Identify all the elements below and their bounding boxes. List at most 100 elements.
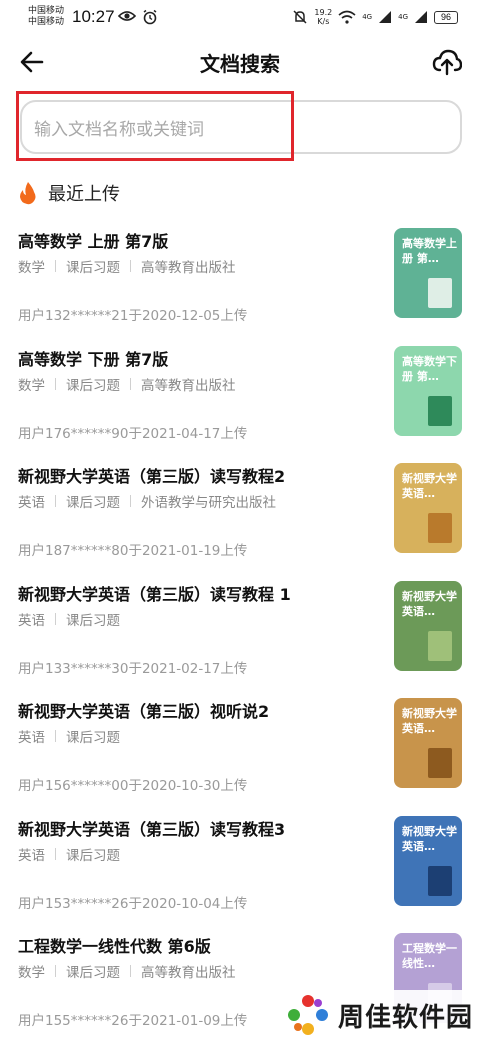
document-tags: 数学 课后习题 高等教育出版社 xyxy=(18,374,236,394)
tag-divider xyxy=(55,260,56,272)
document-tag: 英语 xyxy=(18,495,45,511)
mute-icon xyxy=(293,10,307,24)
tag-divider xyxy=(55,377,56,390)
document-tag: 课后习题 xyxy=(66,377,120,394)
tag-divider xyxy=(55,495,56,507)
cover-title: 高等数学上册 第… xyxy=(402,237,457,265)
document-upload-info: 用户132******21于2020-12-05上传 xyxy=(18,308,248,324)
document-upload-info: 用户153******26于2020-10-04上传 xyxy=(18,895,248,912)
document-item[interactable]: 高等数学 上册 第7版 数学 课后习题 高等教育出版社用户132******21于20… xyxy=(0,222,480,340)
cover-title: 新视野大学英语… xyxy=(402,472,457,500)
document-tags: 英语 课后习题 xyxy=(18,844,120,864)
carrier-1: 中国移动 xyxy=(28,6,65,16)
watermark-text: 周佳软件园 xyxy=(338,1002,474,1033)
status-bar: 中国移动 中国移动 10:27 19.2 K/s 4G 4G 96 xyxy=(0,0,480,36)
document-tag: 高等教育出版社 xyxy=(141,965,236,981)
search-highlight-box xyxy=(16,91,294,161)
document-title: 新视野大学英语（第三版）视听说2 xyxy=(18,702,270,721)
document-tag: 课后习题 xyxy=(66,965,120,981)
document-item[interactable]: 高等数学 下册 第7版 数学 课后习题 高等教育出版社用户176******90于20… xyxy=(0,340,480,458)
document-tags: 英语 课后习题 xyxy=(18,609,120,629)
document-title: 高等数学 下册 第7版 xyxy=(18,349,169,369)
document-tag: 数学 xyxy=(18,377,45,394)
cover-title: 工程数学一线性… xyxy=(402,942,457,970)
net-speed-unit: K/s xyxy=(317,17,330,26)
eye-icon xyxy=(118,11,136,21)
cover-title: 新视野大学英语… xyxy=(402,707,457,735)
cover-title: 高等数学下册 第… xyxy=(402,354,457,383)
document-cover[interactable]: 新视野大学英语… xyxy=(394,815,462,906)
cover-book-image xyxy=(428,395,452,426)
tag-divider xyxy=(130,965,131,977)
document-item[interactable]: 新视野大学英语（第三版）读写教程3 英语 课后习题用户153******26于202… xyxy=(0,810,480,928)
document-upload-info: 用户187******80于2021-01-19上传 xyxy=(18,543,248,559)
document-tag: 课后习题 xyxy=(66,495,120,511)
tag-divider xyxy=(130,377,131,390)
document-tags: 数学 课后习题 高等教育出版社 xyxy=(18,256,236,276)
net-speed: 19.2 K/s xyxy=(314,8,332,26)
document-upload-info: 用户176******90于2021-04-17上传 xyxy=(18,425,248,442)
document-tags: 英语 课后习题 xyxy=(18,726,120,746)
document-tag: 课后习题 xyxy=(66,730,120,746)
section-recent-uploads: 最近上传 xyxy=(18,180,120,206)
cloud-upload-icon xyxy=(432,49,463,76)
cover-book-image xyxy=(428,748,452,778)
cover-book-image xyxy=(428,865,452,896)
cover-title: 新视野大学英语… xyxy=(402,589,457,618)
document-tag: 高等教育出版社 xyxy=(141,260,236,276)
document-cover[interactable]: 新视野大学英语… xyxy=(394,580,462,671)
document-cover[interactable]: 高等数学上册 第… xyxy=(394,228,462,318)
document-tag: 数学 xyxy=(18,260,45,276)
document-upload-info: 用户133******30于2021-02-17上传 xyxy=(18,660,248,677)
wifi-icon xyxy=(338,10,356,24)
document-title: 高等数学 上册 第7版 xyxy=(18,232,169,251)
signal-label-1: 4G xyxy=(362,13,373,21)
page-title: 文档搜索 xyxy=(200,52,280,76)
cover-title: 新视野大学英语… xyxy=(402,824,457,853)
cover-book-image xyxy=(428,278,452,308)
section-title: 最近上传 xyxy=(48,184,120,205)
document-item[interactable]: 新视野大学英语（第三版）读写教程 1 英语 课后习题用户133******30于20… xyxy=(0,575,480,693)
document-cover[interactable]: 新视野大学英语… xyxy=(394,698,462,788)
document-cover[interactable]: 新视野大学英语… xyxy=(394,463,462,553)
alarm-icon xyxy=(143,9,157,25)
battery-icon: 96 xyxy=(434,10,458,24)
tag-divider xyxy=(55,847,56,860)
document-item[interactable]: 新视野大学英语（第三版）视听说2 英语 课后习题用户156******00于2020… xyxy=(0,692,480,810)
document-tag: 高等教育出版社 xyxy=(141,377,236,394)
document-item[interactable]: 新视野大学英语（第三版）读写教程2 英语 课后习题 外语教学与研究出版社用户187**… xyxy=(0,457,480,575)
document-upload-info: 用户156******00于2020-10-30上传 xyxy=(18,778,248,794)
document-list: 高等数学 上册 第7版 数学 课后习题 高等教育出版社 用户132******21于20… xyxy=(0,222,480,1040)
signal-icon xyxy=(415,11,427,23)
carrier-2: 中国移动 xyxy=(28,17,65,27)
carrier-info: 中国移动 中国移动 xyxy=(28,6,64,28)
watermark: 周佳软件园 xyxy=(286,990,480,1040)
document-tags: 英语 课后习题 外语教学与研究出版社 xyxy=(18,491,276,511)
tag-divider xyxy=(55,730,56,742)
net-speed-value: 19.2 xyxy=(314,8,333,17)
title-bar: 文档搜索 xyxy=(0,36,480,88)
document-title: 新视野大学英语（第三版）读写教程3 xyxy=(18,819,286,839)
tag-divider xyxy=(55,965,56,977)
document-title: 新视野大学英语（第三版）读写教程 1 xyxy=(18,584,291,604)
signal-label-2: 4G xyxy=(398,13,408,21)
document-tag: 英语 xyxy=(18,847,45,864)
upload-button[interactable] xyxy=(432,47,463,77)
document-tag: 外语教学与研究出版社 xyxy=(141,495,276,511)
document-tag: 课后习题 xyxy=(66,260,120,276)
flame-icon xyxy=(20,182,36,205)
document-tag: 课后习题 xyxy=(66,612,120,629)
document-tag: 课后习题 xyxy=(66,847,120,864)
document-upload-info: 用户155******26于2021-01-09上传 xyxy=(18,1013,248,1029)
tag-divider xyxy=(55,612,56,625)
tag-divider xyxy=(130,260,131,272)
signal-icon xyxy=(379,11,392,23)
document-tags: 数学 课后习题 高等教育出版社 xyxy=(18,961,236,981)
cover-book-image xyxy=(428,513,452,543)
document-tag: 数学 xyxy=(18,965,45,981)
tag-divider xyxy=(130,495,131,507)
document-cover[interactable]: 高等数学下册 第… xyxy=(394,345,462,436)
document-title: 新视野大学英语（第三版）读写教程2 xyxy=(18,467,286,486)
status-icons-right: 19.2 K/s 4G 4G 96 xyxy=(292,8,458,26)
document-tag: 英语 xyxy=(18,612,45,629)
